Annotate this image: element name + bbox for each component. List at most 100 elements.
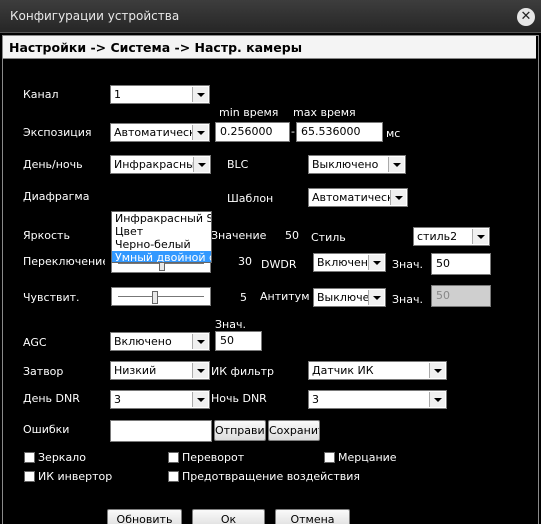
exposure-max-input[interactable]: 65.536000 (296, 122, 383, 142)
errors-label: Ошибки (23, 423, 70, 436)
window-title: Конфигурации устройства (10, 9, 180, 23)
window-titlebar[interactable]: Конфигурации устройства ✕ (0, 0, 541, 33)
chevron-down-icon (429, 392, 445, 407)
day-night-dropdown-list: Инфракрасный Star Цвет Черно-белый Умный… (111, 211, 212, 263)
device-config-window: Конфигурации устройства ✕ Настройки -> С… (0, 0, 541, 524)
dwdr-select[interactable]: Включено (313, 253, 386, 272)
cancel-button[interactable]: Отмена (275, 509, 350, 524)
brightness-value-label: Значение (211, 229, 267, 242)
exposure-min-label: min время (219, 106, 279, 119)
style-label: Стиль (311, 231, 346, 244)
ir-filter-value: Датчик ИК (312, 364, 374, 377)
refresh-button[interactable]: Обновить (107, 509, 182, 524)
sensitivity-label: Чувствит. (23, 291, 80, 304)
flicker-checkbox[interactable] (324, 452, 335, 463)
style-select[interactable]: стиль2 (413, 227, 490, 246)
dwdr-value-input[interactable]: 50 (431, 253, 491, 275)
blc-value: Выключено (312, 158, 379, 171)
agc-value-input[interactable]: 50 (215, 331, 262, 351)
exposure-mode-select[interactable]: Автоматически (110, 123, 210, 142)
mirror-label: Зеркало (38, 451, 86, 464)
chevron-down-icon (388, 157, 404, 172)
antifog-value: Выключено (317, 291, 372, 304)
shutter-select[interactable]: Низкий (110, 361, 210, 380)
channel-label: Канал (23, 88, 59, 101)
dwdr-value: Включено (317, 256, 372, 269)
errors-input[interactable] (110, 420, 212, 442)
dropdown-option-highlighted[interactable]: Умный двойной свет (112, 251, 211, 262)
ir-inverter-checkbox[interactable] (24, 471, 35, 482)
breadcrumb: Настройки -> Система -> Настр. камеры (3, 36, 536, 59)
exposure-label: Экспозиция (23, 126, 92, 139)
dropdown-option[interactable]: Цвет (112, 225, 211, 238)
tamper-checkbox[interactable] (168, 471, 179, 482)
chevron-down-icon (192, 334, 208, 349)
day-night-select[interactable]: Инфракрасный (110, 155, 211, 174)
chevron-down-icon (192, 87, 208, 102)
chevron-down-icon (390, 190, 406, 205)
ir-inverter-label: ИК инвертор (38, 470, 113, 483)
template-value: Автоматически (312, 191, 392, 204)
ir-filter-label: ИК фильтр (211, 365, 274, 378)
send-button[interactable]: Отправить (214, 420, 266, 441)
mirror-checkbox[interactable] (24, 452, 35, 463)
day-dnr-label: День DNR (23, 392, 80, 405)
save-button[interactable]: Сохранить (268, 420, 320, 441)
close-icon[interactable]: ✕ (517, 8, 535, 26)
brightness-label: Яркость (23, 229, 70, 242)
ok-button[interactable]: Ок (192, 509, 265, 524)
channel-value: 1 (114, 88, 121, 101)
slider-thumb[interactable] (152, 291, 159, 304)
night-dnr-select[interactable]: 3 (308, 390, 447, 409)
chevron-down-icon (429, 363, 445, 378)
exposure-range-separator: - (291, 125, 295, 138)
channel-select[interactable]: 1 (110, 85, 210, 104)
dropdown-option[interactable]: Инфракрасный Star (112, 212, 211, 225)
flip-checkbox[interactable] (168, 452, 179, 463)
exposure-min-input[interactable]: 0.256000 (215, 122, 290, 142)
switch-value-display: 30 (238, 255, 252, 268)
antifog-value-label: Знач. (392, 293, 423, 306)
style-value: стиль2 (417, 230, 458, 243)
dropdown-option[interactable]: Черно-белый (112, 238, 211, 251)
agc-label: AGC (23, 336, 47, 349)
agc-select[interactable]: Включено (110, 332, 210, 351)
exposure-unit: мс (386, 127, 401, 140)
chevron-down-icon (192, 125, 208, 140)
tamper-label: Предотвращение воздействия (182, 470, 360, 483)
chevron-down-icon (192, 363, 208, 378)
brightness-value-display: 50 (285, 229, 299, 242)
antifog-label: Антитумана (260, 290, 310, 303)
chevron-down-icon (368, 255, 384, 270)
dwdr-label: DWDR (261, 258, 297, 271)
settings-panel: Настройки -> Система -> Настр. камеры Ка… (2, 35, 539, 524)
slider-track (118, 296, 204, 297)
antifog-value-text: 50 (436, 289, 450, 302)
blc-label: BLC (227, 158, 249, 171)
dwdr-value-label: Знач. (392, 258, 423, 271)
ir-filter-select[interactable]: Датчик ИК (308, 361, 447, 380)
exposure-min-value: 0.256000 (220, 125, 273, 138)
sensitivity-slider[interactable] (111, 287, 211, 306)
aperture-label: Диафрагма (23, 190, 90, 203)
flip-label: Переворот (182, 451, 245, 464)
day-dnr-select[interactable]: 3 (110, 390, 210, 409)
day-night-value: Инфракрасный (114, 158, 202, 171)
agc-value: Включено (114, 335, 172, 348)
breadcrumb-text: Настройки -> Система -> Настр. камеры (9, 40, 302, 55)
shutter-value: Низкий (114, 364, 157, 377)
chevron-down-icon (192, 392, 208, 407)
exposure-max-value: 65.536000 (301, 125, 361, 138)
antifog-select[interactable]: Выключено (313, 288, 386, 307)
template-select[interactable]: Автоматически (308, 188, 408, 207)
chevron-down-icon (472, 229, 488, 244)
agc-value-label: Знач. (215, 318, 246, 331)
chevron-down-icon (368, 290, 384, 305)
chevron-down-icon (193, 157, 209, 172)
blc-select[interactable]: Выключено (308, 155, 406, 174)
antifog-value-input: 50 (431, 285, 491, 307)
night-dnr-value: 3 (312, 393, 319, 406)
dwdr-value-text: 50 (436, 257, 450, 270)
shutter-label: Затвор (23, 365, 64, 378)
exposure-max-label: max время (293, 106, 356, 119)
